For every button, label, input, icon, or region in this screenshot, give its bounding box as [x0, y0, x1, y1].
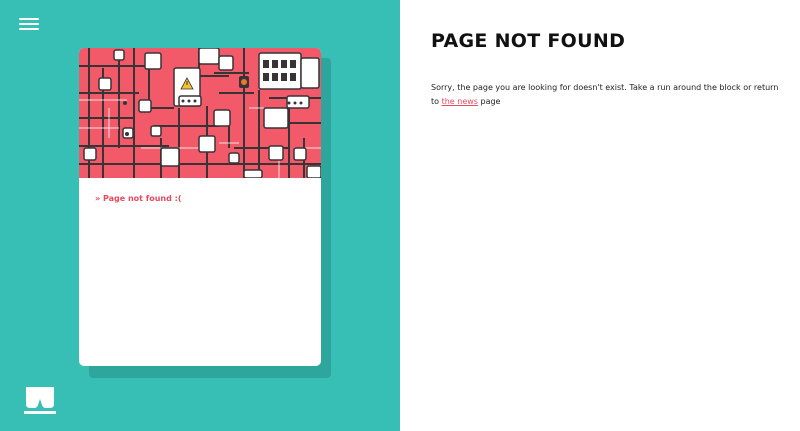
not-found-card[interactable]: » Page not found :(: [79, 48, 321, 366]
sidebar-panel: » Page not found :(: [0, 0, 400, 431]
hamburger-menu-icon[interactable]: [19, 15, 39, 31]
news-link[interactable]: the news: [442, 97, 478, 106]
card-caption: » Page not found :(: [95, 194, 182, 203]
page: » Page not found :( PAGE NOT FOUND Sorry…: [0, 0, 800, 431]
menu-bar: [19, 23, 39, 25]
message-text-end: page: [477, 97, 501, 106]
menu-bar: [19, 18, 39, 20]
page-title: PAGE NOT FOUND: [431, 30, 626, 52]
main-content: PAGE NOT FOUND Sorry, the page you are l…: [400, 0, 800, 431]
circuit-board-illustration: [79, 48, 321, 178]
w-logo-icon[interactable]: [24, 385, 56, 415]
menu-bar: [19, 28, 39, 30]
error-message: Sorry, the page you are looking for does…: [431, 81, 781, 109]
